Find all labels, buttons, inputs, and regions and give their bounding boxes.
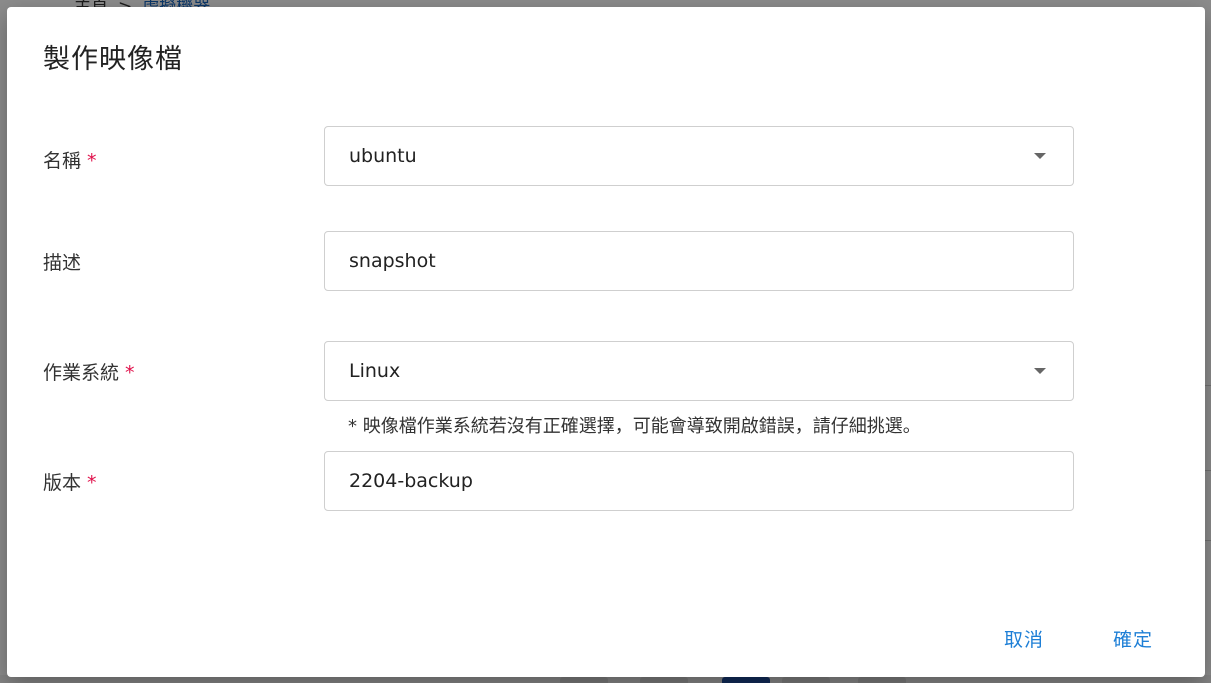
name-label-text: 名稱 — [43, 150, 82, 172]
description-input[interactable] — [349, 232, 1029, 290]
version-input[interactable] — [349, 452, 1029, 510]
os-select[interactable]: Linux — [324, 341, 1074, 401]
description-field[interactable] — [324, 231, 1074, 291]
confirm-button[interactable]: 確定 — [1113, 625, 1153, 652]
required-mark: * — [87, 150, 97, 172]
os-hint: * 映像檔作業系統若沒有正確選擇，可能會導致開啟錯誤，請仔細挑選。 — [348, 416, 921, 437]
required-mark: * — [87, 472, 97, 494]
os-select-value: Linux — [349, 360, 401, 382]
cancel-button[interactable]: 取消 — [1004, 625, 1044, 652]
chevron-down-icon[interactable] — [1034, 153, 1046, 159]
description-label-text: 描述 — [43, 252, 82, 274]
description-label: 描述 — [43, 248, 81, 275]
name-select-value: ubuntu — [349, 145, 417, 167]
os-label: 作業系統 * — [43, 358, 135, 385]
required-mark: * — [125, 362, 135, 384]
version-label-text: 版本 — [43, 472, 82, 494]
version-field[interactable] — [324, 451, 1074, 511]
name-select[interactable]: ubuntu — [324, 126, 1074, 186]
version-label: 版本 * — [43, 468, 97, 495]
create-image-dialog: 製作映像檔 名稱* ubuntu 描述 作業系統* Linux * 映像檔作業系… — [7, 7, 1205, 677]
name-label: 名稱 * — [43, 146, 97, 173]
dialog-title: 製作映像檔 — [43, 44, 183, 75]
os-label-text: 作業系統 — [43, 362, 120, 384]
chevron-down-icon[interactable] — [1034, 368, 1046, 374]
